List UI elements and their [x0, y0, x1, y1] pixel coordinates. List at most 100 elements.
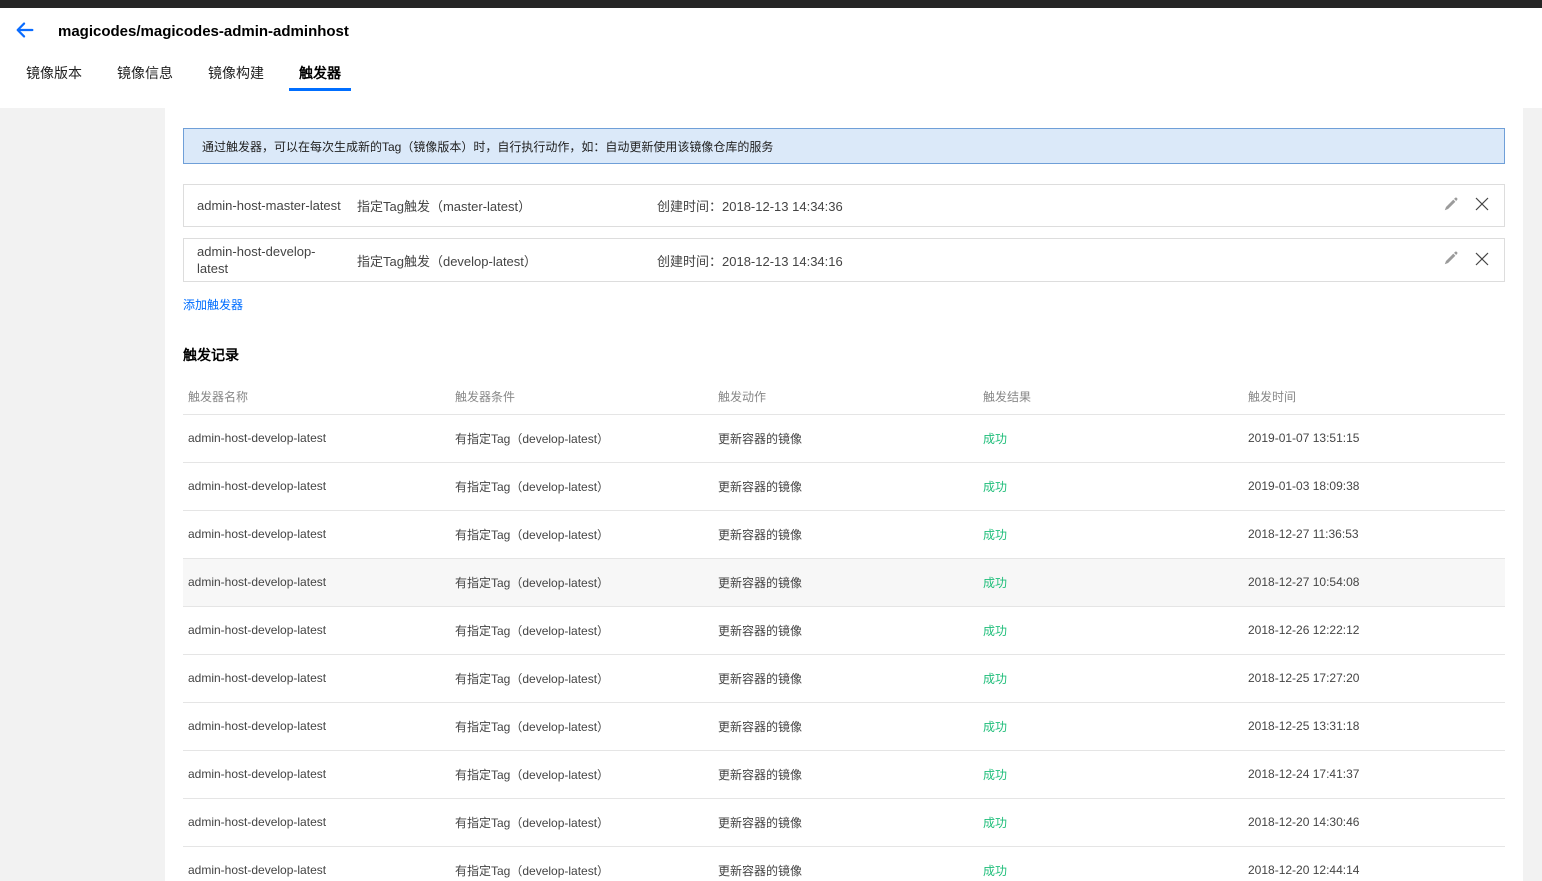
column-header-name: 触发器名称 [183, 379, 450, 415]
cell-result: 成功 [978, 702, 1243, 751]
cell-result: 成功 [978, 558, 1243, 607]
column-header-result: 触发结果 [978, 379, 1243, 415]
cell-time: 2018-12-20 12:44:14 [1243, 846, 1505, 881]
table-row: admin-host-develop-latest 有指定Tag（develop-… [183, 414, 1505, 463]
cell-result: 成功 [978, 798, 1243, 847]
trigger-name: admin-host-master-latest [197, 198, 341, 213]
edit-trigger-button[interactable] [1441, 251, 1459, 269]
cell-result: 成功 [978, 654, 1243, 703]
table-row: admin-host-develop-latest 有指定Tag（develop-… [183, 510, 1505, 559]
cell-condition: 有指定Tag（develop-latest） [450, 846, 713, 881]
cell-action: 更新容器的镜像 [713, 558, 978, 607]
cell-action: 更新容器的镜像 [713, 702, 978, 751]
cell-time: 2019-01-07 13:51:15 [1243, 414, 1505, 463]
cell-name: admin-host-develop-latest [183, 702, 450, 751]
cell-name: admin-host-develop-latest [183, 846, 450, 881]
cell-time: 2018-12-20 14:30:46 [1243, 798, 1505, 847]
records-table-body: admin-host-develop-latest 有指定Tag（develop-… [183, 414, 1505, 881]
tab-triggers[interactable]: 触发器 [289, 55, 351, 91]
tab-image-info[interactable]: 镜像信息 [107, 55, 183, 91]
table-header-row: 触发器名称 触发器条件 触发动作 触发结果 触发时间 [183, 379, 1505, 415]
cell-result: 成功 [978, 414, 1243, 463]
created-value: 2018-12-13 14:34:36 [722, 199, 843, 214]
cell-action: 更新容器的镜像 [713, 846, 978, 881]
trigger-created-time: 创建时间：2018-12-13 14:34:16 [657, 251, 1441, 270]
cell-name: admin-host-develop-latest [183, 558, 450, 607]
cell-condition: 有指定Tag（develop-latest） [450, 462, 713, 511]
delete-trigger-button[interactable] [1473, 197, 1491, 215]
trigger-condition: 指定Tag触发（master-latest） [357, 199, 532, 214]
cell-result: 成功 [978, 510, 1243, 559]
trigger-name: admin-host-develop-latest [197, 244, 316, 276]
cell-condition: 有指定Tag（develop-latest） [450, 606, 713, 655]
created-label: 创建时间： [657, 253, 723, 269]
cell-result: 成功 [978, 606, 1243, 655]
cell-name: admin-host-develop-latest [183, 606, 450, 655]
trigger-card: admin-host-master-latest 指定Tag触发（master-… [183, 184, 1505, 227]
app-header: magicodes/magicodes-admin-adminhost [0, 8, 1542, 55]
cell-name: admin-host-develop-latest [183, 750, 450, 799]
content-area: 通过触发器，可以在每次生成新的Tag（镜像版本）时，自行执行动作，如：自动更新使… [0, 108, 1542, 881]
cell-action: 更新容器的镜像 [713, 606, 978, 655]
cell-result: 成功 [978, 750, 1243, 799]
cell-name: admin-host-develop-latest [183, 798, 450, 847]
close-icon [1475, 197, 1489, 214]
cell-condition: 有指定Tag（develop-latest） [450, 654, 713, 703]
tab-image-versions[interactable]: 镜像版本 [16, 55, 92, 91]
cell-result: 成功 [978, 846, 1243, 881]
triggers-panel: 通过触发器，可以在每次生成新的Tag（镜像版本）时，自行执行动作，如：自动更新使… [165, 108, 1523, 881]
table-row: admin-host-develop-latest 有指定Tag（develop-… [183, 606, 1505, 655]
cell-result: 成功 [978, 462, 1243, 511]
cell-condition: 有指定Tag（develop-latest） [450, 750, 713, 799]
pencil-icon [1443, 197, 1458, 215]
table-row: admin-host-develop-latest 有指定Tag（develop-… [183, 654, 1505, 703]
cell-condition: 有指定Tag（develop-latest） [450, 510, 713, 559]
table-row: admin-host-develop-latest 有指定Tag（develop-… [183, 798, 1505, 847]
cell-condition: 有指定Tag（develop-latest） [450, 414, 713, 463]
created-label: 创建时间： [657, 199, 723, 214]
trigger-actions [1441, 251, 1491, 269]
cell-name: admin-host-develop-latest [183, 462, 450, 511]
table-row: admin-host-develop-latest 有指定Tag（develop-… [183, 462, 1505, 511]
cell-name: admin-host-develop-latest [183, 414, 450, 463]
pencil-icon [1443, 251, 1458, 269]
column-header-condition: 触发器条件 [450, 379, 713, 415]
cell-time: 2018-12-27 11:36:53 [1243, 510, 1505, 559]
info-banner: 通过触发器，可以在每次生成新的Tag（镜像版本）时，自行执行动作，如：自动更新使… [183, 128, 1505, 164]
records-section-title: 触发记录 [183, 347, 239, 363]
info-banner-text: 通过触发器，可以在每次生成新的Tag（镜像版本）时，自行执行动作，如：自动更新使… [202, 139, 774, 154]
cell-condition: 有指定Tag（develop-latest） [450, 702, 713, 751]
trigger-condition: 指定Tag触发（develop-latest） [357, 253, 537, 269]
top-black-bar [0, 0, 1542, 8]
cell-action: 更新容器的镜像 [713, 414, 978, 463]
table-row: admin-host-develop-latest 有指定Tag（develop-… [183, 750, 1505, 799]
column-header-action: 触发动作 [713, 379, 978, 415]
cell-condition: 有指定Tag（develop-latest） [450, 798, 713, 847]
back-button[interactable] [12, 19, 38, 45]
delete-trigger-button[interactable] [1473, 251, 1491, 269]
cell-time: 2018-12-25 13:31:18 [1243, 702, 1505, 751]
table-row: admin-host-develop-latest 有指定Tag（develop-… [183, 846, 1505, 881]
trigger-records-table: 触发器名称 触发器条件 触发动作 触发结果 触发时间 admin-host-de… [183, 379, 1505, 881]
table-row: admin-host-develop-latest 有指定Tag（develop-… [183, 702, 1505, 751]
cell-time: 2018-12-25 17:27:20 [1243, 654, 1505, 703]
column-header-time: 触发时间 [1243, 379, 1505, 415]
page-title: magicodes/magicodes-admin-adminhost [58, 23, 349, 40]
trigger-card: admin-host-develop-latest 指定Tag触发（develo… [183, 238, 1505, 282]
cell-time: 2018-12-24 17:41:37 [1243, 750, 1505, 799]
table-row: admin-host-develop-latest 有指定Tag（develop-… [183, 558, 1505, 607]
edit-trigger-button[interactable] [1441, 197, 1459, 215]
cell-action: 更新容器的镜像 [713, 462, 978, 511]
add-trigger-link[interactable]: 添加触发器 [183, 296, 243, 313]
close-icon [1475, 252, 1489, 269]
cell-name: admin-host-develop-latest [183, 510, 450, 559]
cell-action: 更新容器的镜像 [713, 510, 978, 559]
cell-name: admin-host-develop-latest [183, 654, 450, 703]
cell-action: 更新容器的镜像 [713, 654, 978, 703]
trigger-created-time: 创建时间：2018-12-13 14:34:36 [657, 196, 1441, 215]
tab-bar: 镜像版本 镜像信息 镜像构建 触发器 [0, 55, 1542, 91]
cell-condition: 有指定Tag（develop-latest） [450, 558, 713, 607]
cell-time: 2018-12-26 12:22:12 [1243, 606, 1505, 655]
trigger-actions [1441, 197, 1491, 215]
tab-image-build[interactable]: 镜像构建 [198, 55, 274, 91]
